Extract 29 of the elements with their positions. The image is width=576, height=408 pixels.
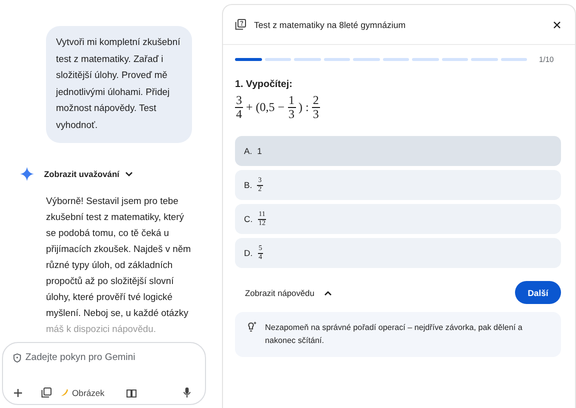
add-button[interactable] [13, 388, 23, 398]
microphone-button[interactable] [183, 387, 191, 398]
formula-term: 2 3 [312, 94, 320, 120]
user-message: Vytvoři mi kompletní zkušební test z matematiky. Zařaď i složitější úlohy. Proveď mě jednotlivými úlohami. Přidej možnost nápovědy. Test vyhodnoť. [46, 26, 192, 143]
show-hint-toggle[interactable]: Zobrazit nápovědu [245, 288, 332, 298]
response-text: Výborně! Sestavil jsem pro tebe zkušební test z matematiky, který se podobá tomu, co tě čeká u přijímacích zkoušek. Najdeš v něm různé typy úloh, od základních propočtů až po složitější slovní úlohy, které prověří tvé logické myšlení. Neboj se, u každé otázky [46, 194, 192, 320]
tools-button[interactable] [41, 387, 52, 398]
lightbulb-icon [247, 321, 257, 332]
close-button[interactable] [553, 20, 561, 28]
sparkle-icon [20, 167, 34, 181]
answer-option[interactable]: A. 1 [235, 136, 561, 166]
panel-title: Test z matematiky na 8leté gymnázium [254, 20, 407, 30]
formula-term: ) : [298, 100, 309, 115]
shield-icon [13, 352, 22, 362]
show-thinking-toggle[interactable]: Zobrazit uvažování [44, 169, 134, 179]
formula-term: 3 4 [235, 94, 243, 120]
question-title: 1. Vypočítej: [235, 79, 294, 90]
quiz-icon [235, 19, 246, 30]
formula-term: + (0,5 − [246, 100, 285, 115]
prompt-box[interactable]: Zadejte pokyn pro Gemini Obrázek [2, 342, 206, 405]
hint-text: Nezapomeň na správné pořadí operací – nejdříve závorka, pak dělení a nakonec sčítání. [265, 322, 524, 348]
chevron-icon [324, 290, 332, 296]
next-button[interactable]: Další [515, 281, 561, 304]
chevron-icon [125, 171, 134, 177]
image-button[interactable]: Obrázek [60, 388, 104, 398]
book-button[interactable] [126, 388, 138, 398]
response-text: máš k dispozici nápovědu. [46, 322, 157, 336]
banana-icon [60, 388, 69, 397]
formula-term: 1 3 [288, 94, 296, 120]
